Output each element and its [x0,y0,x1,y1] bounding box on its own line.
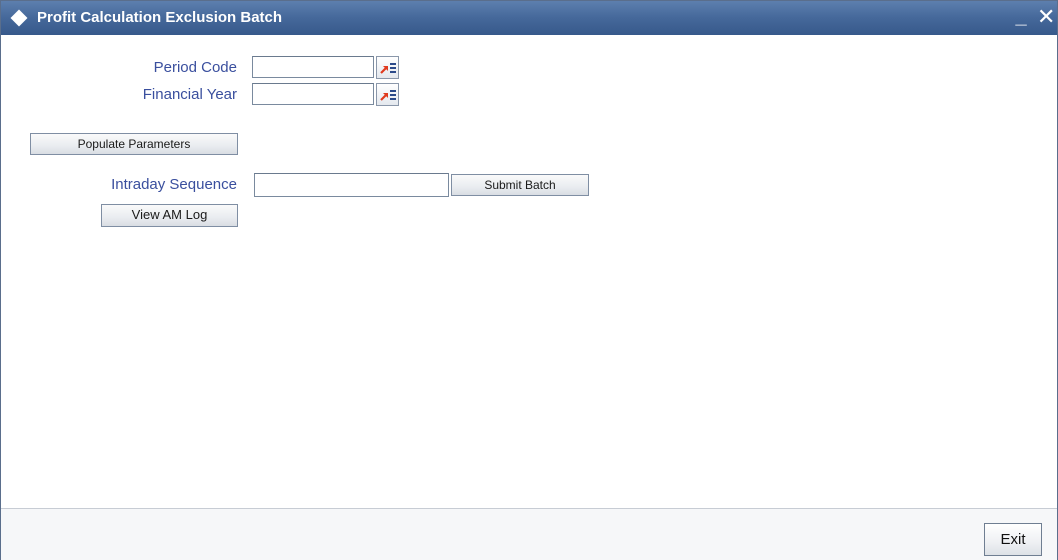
list-of-values-icon [380,90,396,101]
financial-year-label: Financial Year [142,86,237,103]
period-code-lov-button[interactable] [376,56,399,79]
financial-year-lov-button[interactable] [376,83,399,106]
close-button[interactable]: ✕ [1037,4,1055,30]
list-of-values-icon [380,63,396,74]
period-code-label: Period Code [153,59,237,76]
minimize-button[interactable]: _ [1013,5,1029,29]
intraday-sequence-input[interactable] [254,173,449,197]
period-code-input[interactable] [252,56,374,78]
title-bar[interactable]: Profit Calculation Exclusion Batch _ ✕ [1,1,1057,35]
diamond-icon [10,9,28,27]
intraday-sequence-label: Intraday Sequence [111,176,237,193]
populate-parameters-button[interactable]: Populate Parameters [30,133,238,155]
footer-bar: Exit [1,508,1057,560]
financial-year-input[interactable] [252,83,374,105]
batch-window: Profit Calculation Exclusion Batch _ ✕ P… [0,0,1058,560]
window-title: Profit Calculation Exclusion Batch [37,9,283,26]
view-am-log-button[interactable]: View AM Log [101,204,238,227]
exit-button[interactable]: Exit [984,523,1042,556]
submit-batch-button[interactable]: Submit Batch [451,174,589,196]
